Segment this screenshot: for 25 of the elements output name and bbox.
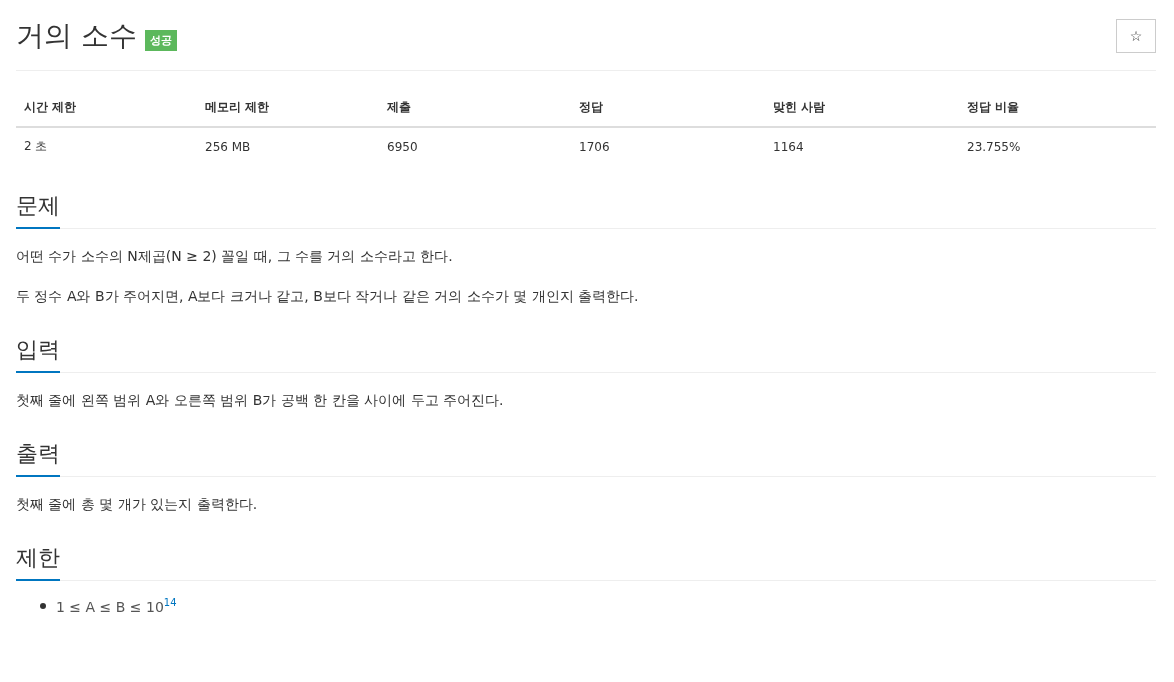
column-header: 제출 [379, 89, 571, 127]
star-button[interactable]: ☆ [1116, 19, 1156, 53]
column-header: 맞힌 사람 [765, 89, 959, 127]
table-cell: 1164 [765, 127, 959, 165]
section-heading: 문제 [16, 179, 60, 229]
paragraph: 두 정수 A와 B가 주어지면, A보다 크거나 같고, B보다 작거나 같은 거의 소수가 몇 개인지 출력한다. [16, 287, 640, 306]
status-badge: 성공 [144, 30, 177, 51]
paragraph: 첫째 줄에 왼쪽 범위 A와 오른쪽 범위 B가 공백 한 칸을 사이에 두고 주어진다. [16, 391, 505, 410]
section-heading: 제한 [16, 531, 60, 581]
section-heading: 출력 [16, 427, 60, 477]
column-header: 메모리 제한 [197, 89, 379, 127]
paragraph: 어떤 수가 소수의 N제곱(N ≥ 2) 꼴일 때, 그 수를 거의 소수라고 한다. [16, 247, 454, 266]
table-cell: 6950 [379, 127, 571, 165]
paragraph: 첫째 줄에 총 몇 개가 있는지 출력한다. [16, 495, 259, 514]
column-header: 정답 [571, 89, 765, 127]
table-cell: 1706 [571, 127, 765, 165]
column-header: 시간 제한 [16, 89, 197, 127]
table-cell: 2 초 [16, 127, 197, 165]
section-heading: 입력 [16, 323, 60, 373]
bullet-icon [40, 602, 46, 609]
table-cell: 23.755% [959, 127, 1156, 165]
problem-title: 거의 소수 [16, 18, 137, 54]
column-header: 정답 비율 [959, 89, 1156, 127]
list-item: 1 ≤ A ≤ B ≤ 10$^{14}$ [56, 597, 177, 615]
table-cell: 256 MB [197, 127, 379, 165]
